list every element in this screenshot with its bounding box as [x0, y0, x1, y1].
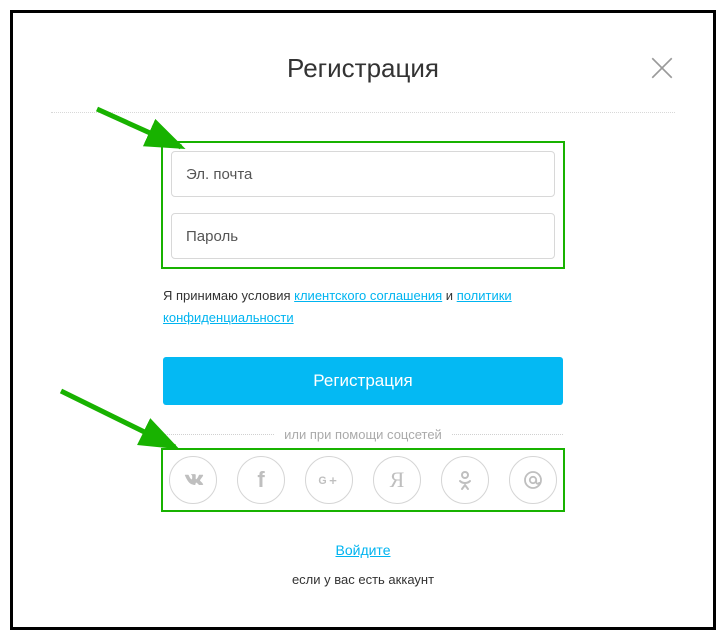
terms-text: Я принимаю условия клиентского соглашени…: [163, 285, 563, 329]
social-vk[interactable]: [169, 456, 217, 504]
facebook-icon: f: [257, 467, 264, 493]
yandex-icon: Я: [390, 467, 405, 493]
vk-icon: [181, 468, 205, 492]
close-icon: [649, 55, 675, 81]
highlight-box-inputs: [161, 141, 565, 269]
login-link[interactable]: Войдите: [163, 542, 563, 558]
close-button[interactable]: [649, 55, 675, 81]
terms-mid: и: [442, 288, 457, 303]
sep-line-right: [452, 434, 563, 435]
terms-prefix: Я принимаю условия: [163, 288, 294, 303]
social-mailru[interactable]: [509, 456, 557, 504]
modal-title: Регистрация: [13, 53, 713, 84]
mailru-icon: [521, 468, 545, 492]
modal-header: Регистрация: [13, 13, 713, 84]
annotation-arrow-2: [53, 383, 193, 463]
client-agreement-link[interactable]: клиентского соглашения: [294, 288, 442, 303]
odnoklassniki-icon: [453, 468, 477, 492]
social-google-plus[interactable]: G: [305, 456, 353, 504]
email-input[interactable]: [171, 151, 555, 197]
google-plus-icon: G: [317, 468, 341, 492]
social-odnoklassniki[interactable]: [441, 456, 489, 504]
submit-button[interactable]: Регистрация: [163, 357, 563, 405]
have-account-text: если у вас есть аккаунт: [163, 572, 563, 587]
social-separator: или при помощи соцсетей: [163, 427, 563, 442]
social-separator-text: или при помощи соцсетей: [284, 427, 442, 442]
social-yandex[interactable]: Я: [373, 456, 421, 504]
password-input[interactable]: [171, 213, 555, 259]
social-facebook[interactable]: f: [237, 456, 285, 504]
highlight-box-social: f G Я: [161, 448, 565, 512]
svg-text:G: G: [318, 475, 326, 487]
registration-modal: Регистрация Я принимаю условия кл: [10, 10, 716, 630]
